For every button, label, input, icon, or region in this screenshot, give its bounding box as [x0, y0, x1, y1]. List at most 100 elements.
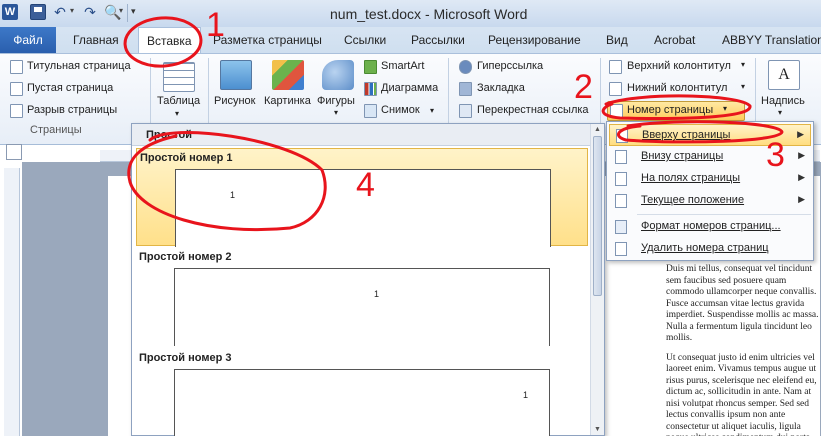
gallery-page-preview: 1 [174, 268, 550, 346]
tab-mailings[interactable]: Рассылки [411, 27, 465, 53]
scroll-up-icon[interactable]: ▲ [594, 126, 601, 133]
document-text[interactable]: Duis mi tellus, consequat vel tincidunt … [666, 264, 821, 436]
page-break-icon [10, 104, 23, 118]
smartart-button[interactable]: SmartArt [381, 60, 424, 72]
page-break-button[interactable]: Разрыв страницы [27, 104, 117, 116]
tab-references[interactable]: Ссылки [344, 27, 386, 53]
cross-reference-icon [459, 104, 472, 118]
menu-item-label: На полях страницы [641, 172, 741, 184]
document-paragraph: Duis mi tellus, consequat vel tincidunt … [666, 264, 819, 343]
shapes-icon[interactable] [322, 60, 354, 90]
tab-page-layout[interactable]: Разметка страницы [213, 27, 322, 53]
screenshot-dropdown-icon[interactable]: ▾ [430, 106, 434, 115]
shapes-button[interactable]: Фигуры [317, 95, 355, 107]
bookmark-button[interactable]: Закладка [477, 82, 525, 94]
gallery-item-simple-1[interactable]: Простой номер 1 1 [136, 148, 588, 247]
page-number-submenu: Вверху страницы ▶ Внизу страницы ▶ На по… [606, 121, 814, 261]
remove-page-numbers-icon [615, 242, 627, 256]
menu-item-format-page-numbers[interactable]: Формат номеров страниц... [609, 216, 811, 238]
page-number-preview: 1 [523, 390, 529, 400]
header-dropdown-icon[interactable]: ▾ [741, 60, 745, 69]
table-icon[interactable] [163, 62, 195, 92]
page-number-preview: 1 [374, 289, 380, 299]
menu-item-label: Удалить номера страниц [641, 242, 769, 254]
gallery-item-title: Простой номер 3 [139, 352, 232, 364]
cross-reference-button[interactable]: Перекрестная ссылка [477, 104, 589, 116]
gallery-page-preview: 1 [175, 169, 551, 247]
header-icon [609, 60, 622, 74]
current-position-icon [615, 194, 627, 208]
scrollbar-thumb[interactable] [593, 136, 602, 296]
table-button[interactable]: Таблица [157, 95, 200, 107]
menu-item-top-of-page[interactable]: Вверху страницы ▶ [609, 124, 811, 146]
picture-icon[interactable] [220, 60, 252, 90]
menu-item-page-margins[interactable]: На полях страницы ▶ [609, 168, 811, 190]
screenshot-icon [364, 104, 377, 118]
footer-icon [609, 82, 622, 96]
tab-review[interactable]: Рецензирование [488, 27, 581, 53]
tab-insert[interactable]: Вставка [138, 27, 201, 54]
menu-divider [637, 214, 811, 215]
screenshot-button[interactable]: Снимок [381, 104, 420, 116]
page-number-preview: 1 [230, 190, 236, 200]
submenu-arrow-icon: ▶ [798, 194, 805, 204]
text-box-button[interactable]: Надпись [761, 95, 805, 107]
bookmark-icon [459, 82, 472, 96]
tab-abbyy[interactable]: ABBYY Translation [722, 27, 821, 53]
menu-item-bottom-of-page[interactable]: Внизу страницы ▶ [609, 146, 811, 168]
chart-button[interactable]: Диаграмма [381, 82, 438, 94]
tab-view[interactable]: Вид [606, 27, 628, 53]
tab-acrobat[interactable]: Acrobat [654, 27, 695, 53]
menu-item-label: Вверху страницы [642, 129, 731, 141]
table-dropdown-icon[interactable]: ▾ [175, 109, 179, 118]
page-number-label: Номер страницы [627, 104, 714, 116]
page-number-icon [610, 104, 623, 118]
gallery-item-simple-2[interactable]: Простой номер 2 1 [136, 248, 588, 346]
cover-page-button[interactable]: Титульная страница [27, 60, 131, 72]
submenu-arrow-icon: ▶ [798, 150, 805, 160]
header-button[interactable]: Верхний колонтитул [627, 60, 731, 72]
bottom-of-page-icon [615, 150, 627, 164]
document-paragraph: Ut consequat justo id enim ultricies vel… [666, 352, 817, 436]
submenu-arrow-icon: ▶ [798, 172, 805, 182]
tab-home[interactable]: Главная [73, 27, 119, 53]
window-title: num_test.docx - Microsoft Word [330, 6, 528, 22]
footer-dropdown-icon[interactable]: ▾ [741, 82, 745, 91]
picture-button[interactable]: Рисунок [214, 95, 256, 107]
menu-item-label: Внизу страницы [641, 150, 724, 162]
gallery-scrollbar[interactable]: ▲ ▼ [590, 124, 604, 435]
tab-file[interactable]: Файл [0, 27, 56, 53]
top-of-page-icon [616, 129, 628, 143]
menu-item-label: Формат номеров страниц... [641, 220, 781, 232]
ribbon-tabs: Файл Главная Вставка Разметка страницы С… [0, 27, 821, 54]
page-number-dropdown-icon[interactable]: ▾ [723, 104, 727, 113]
gallery-item-title: Простой номер 1 [140, 152, 233, 164]
menu-item-current-position[interactable]: Текущее положение ▶ [609, 190, 811, 212]
title-bar: W ↶ ▾ ↷ 🔍 ▾ ▾ num_test.docx - Microsoft … [0, 0, 821, 27]
cover-page-icon [10, 60, 23, 74]
text-box-dropdown-icon[interactable]: ▾ [778, 108, 782, 117]
tab-selector[interactable] [6, 144, 22, 160]
clip-art-icon[interactable] [272, 60, 304, 90]
blank-page-icon [10, 82, 23, 96]
menu-item-remove-page-numbers[interactable]: Удалить номера страниц [609, 238, 811, 260]
footer-button[interactable]: Нижний колонтитул [627, 82, 727, 94]
vertical-ruler[interactable] [4, 168, 20, 436]
menu-item-label: Текущее положение [641, 194, 745, 206]
scroll-down-icon[interactable]: ▼ [594, 426, 601, 433]
gallery-page-preview: 1 [174, 369, 550, 436]
shapes-dropdown-icon[interactable]: ▾ [334, 108, 338, 117]
chart-icon [364, 82, 377, 96]
page-margins-icon [615, 172, 627, 186]
gallery-item-title: Простой номер 2 [139, 251, 232, 263]
format-page-numbers-icon [615, 220, 627, 234]
pages-group-label: Страницы [30, 124, 82, 136]
gallery-item-simple-3[interactable]: Простой номер 3 1 [136, 349, 588, 436]
text-box-icon[interactable]: A [768, 60, 800, 90]
hyperlink-icon [459, 60, 472, 74]
hyperlink-button[interactable]: Гиперссылка [477, 60, 543, 72]
blank-page-button[interactable]: Пустая страница [27, 82, 113, 94]
clip-art-button[interactable]: Картинка [264, 95, 311, 107]
smartart-icon [364, 60, 377, 74]
gallery-category-header: Простой [132, 124, 591, 146]
